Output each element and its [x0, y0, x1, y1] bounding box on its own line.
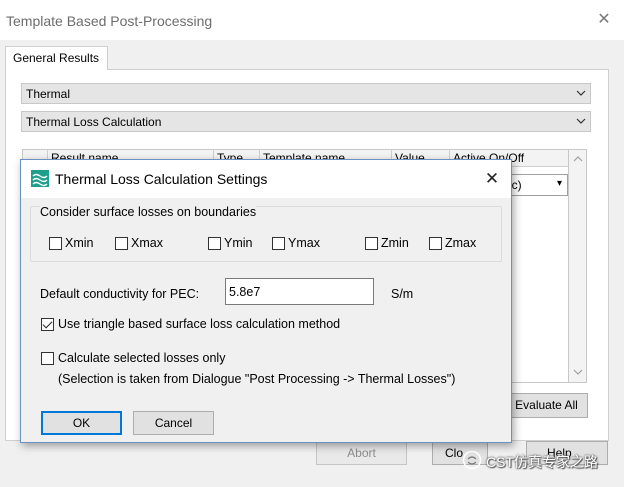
pec-conductivity-input[interactable] [225, 278, 374, 305]
abort-button[interactable]: Abort [316, 441, 407, 465]
watermark-text: CST仿真专家之路 [486, 454, 598, 470]
dropdown-arrow-icon: ▾ [556, 178, 562, 189]
ymax-checkbox[interactable] [272, 237, 285, 250]
chevron-down-icon [576, 90, 586, 96]
main-window-title: Template Based Post-Processing [6, 13, 213, 29]
selected-losses-checkbox[interactable] [41, 352, 54, 365]
ymax-label: Ymax [288, 236, 320, 250]
category-select[interactable]: Thermal [21, 83, 591, 104]
triangle-method-label: Use triangle based surface loss calculat… [58, 317, 341, 331]
evaluate-all-button[interactable]: Evaluate All [505, 393, 588, 418]
category-select-value: Thermal [26, 87, 71, 101]
selected-losses-note: (Selection is taken from Dialogue "Post … [58, 372, 456, 386]
cancel-button[interactable]: Cancel [133, 411, 214, 435]
dialog-title: Thermal Loss Calculation Settings [55, 171, 268, 187]
dialog-titlebar: Thermal Loss Calculation Settings ✕ [21, 160, 511, 198]
chevron-up-icon[interactable] [573, 155, 583, 163]
main-close-icon[interactable]: ✕ [594, 10, 614, 30]
ymin-label: Ymin [224, 236, 253, 250]
ymin-checkbox[interactable] [208, 237, 221, 250]
pec-conductivity-label: Default conductivity for PEC: [40, 287, 200, 301]
thermal-loss-settings-dialog: Thermal Loss Calculation Settings ✕ Cons… [20, 159, 512, 443]
xmin-checkbox[interactable] [49, 237, 62, 250]
wechat-icon [462, 450, 482, 470]
zmin-checkbox[interactable] [365, 237, 378, 250]
template-select-value: Thermal Loss Calculation [26, 115, 162, 129]
tab-general-results[interactable]: General Results [5, 46, 108, 70]
table-scrollbar[interactable] [569, 149, 587, 383]
thermal-wave-icon [31, 170, 49, 187]
surface-losses-group-label: Consider surface losses on boundaries [40, 205, 257, 219]
zmin-label: Zmin [381, 236, 409, 250]
main-titlebar: Template Based Post-Processing ✕ [0, 0, 624, 40]
zmax-checkbox[interactable] [429, 237, 442, 250]
triangle-method-checkbox[interactable] [41, 318, 54, 331]
template-select[interactable]: Thermal Loss Calculation [21, 111, 591, 132]
dialog-close-icon[interactable]: ✕ [481, 168, 503, 190]
pec-unit-label: S/m [391, 287, 414, 301]
selected-losses-label: Calculate selected losses only [58, 351, 226, 365]
xmax-label: Xmax [131, 236, 163, 250]
xmin-label: Xmin [65, 236, 94, 250]
chevron-down-icon[interactable] [573, 368, 583, 376]
chevron-down-icon [576, 118, 586, 124]
watermark: CST仿真专家之路 [456, 448, 624, 472]
ok-button[interactable]: OK [41, 411, 122, 435]
zmax-label: Zmax [445, 236, 477, 250]
xmax-checkbox[interactable] [115, 237, 128, 250]
